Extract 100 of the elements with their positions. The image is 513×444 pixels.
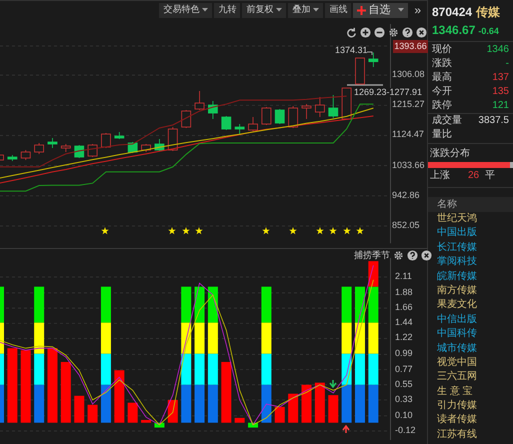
quote-label: 成交量 [432,114,462,128]
indicator-axis-label: 0.99 [395,349,413,358]
star-icon [329,227,337,234]
toolbar-dropdown[interactable]: 叠加 [288,2,324,18]
rise-label: 上涨 [430,168,450,183]
price-range-label: 1269.23-1277.91 [354,88,422,97]
more-button[interactable]: » [410,2,425,18]
price-axis-label: 1124.47 [392,130,424,140]
star-icon [356,227,364,234]
price-axis-label: 852.05 [392,221,420,230]
indicator-axis-label: 1.66 [395,303,413,312]
stock-name-cell[interactable]: 生 意 宝 [428,384,513,400]
candlestick [154,138,164,152]
indicator-bar [261,286,272,323]
rise-count: 26 [468,169,480,183]
refresh-icon[interactable] [346,27,357,38]
indicator-bar [194,384,205,423]
star-icon [289,227,297,234]
close-icon[interactable] [416,27,427,38]
indicator-bar [100,354,111,385]
quote-label: 今开 [432,84,452,98]
indicator-axis-label: 0.55 [395,380,413,389]
indicator-bar [194,286,205,323]
up-arrow-icon [342,424,350,434]
indicator-bar [154,422,164,428]
quote-label: 跌停 [432,98,452,112]
stock-name-cell[interactable]: 皖新传媒 [428,270,513,284]
indicator-bar [181,286,192,323]
quote-label: 量比 [432,128,452,142]
stock-name-cell[interactable]: 读者传媒 [428,413,513,428]
zoom-out-icon[interactable] [374,27,385,38]
stock-name-cell[interactable]: 中信出版 [428,312,513,328]
quote-label: 现价 [432,42,452,56]
watchlist-button[interactable]: 自选 [353,2,408,18]
flat-label: 平 [485,169,496,183]
caret-icon [398,8,404,12]
candlestick [34,142,44,154]
settings-icon[interactable] [388,27,399,38]
star-icon [316,227,324,234]
candlestick [314,96,325,118]
indicator-bar [221,362,232,423]
indicator-axis-label: 1.88 [395,288,413,297]
candlestick [342,88,352,120]
stock-name-cell[interactable]: 长江传媒 [428,240,513,256]
help-icon[interactable] [402,27,413,38]
stock-name-cell[interactable]: 中国出版 [428,226,513,241]
current-price-tag: 1393.66 [393,40,428,53]
toolbar-dropdown[interactable]: 前复权 [242,2,286,18]
indicator-bar [355,354,365,385]
indicator-bar [328,395,338,423]
candlestick [60,144,71,152]
indicator-bar [274,406,285,423]
candlestick [221,116,232,130]
toolbar-button[interactable]: 画线 [325,2,352,18]
stock-name-cell[interactable]: 中国科传 [428,327,513,342]
indicator-bar [368,322,378,354]
indicator-bar [34,384,44,423]
quote-value: 3837.5 [478,114,509,128]
candlestick [88,144,98,158]
distribution-title: 涨跌分布 [429,146,471,161]
high-price-label: 1374.31 [335,46,368,55]
close-icon[interactable] [421,250,432,261]
price-change: -0.64 [478,25,499,38]
indicator-bar [88,404,98,423]
candlestick [114,132,124,140]
indicator-bar [34,286,44,323]
indicator-bar [181,384,192,423]
help-icon[interactable] [407,250,418,261]
stock-name-cell[interactable]: 三六五网 [428,370,513,385]
candlestick [288,106,298,128]
indicator-bar [314,382,325,423]
quote-value: 1346 [486,42,509,56]
toolbar-button[interactable]: 九转 [214,2,240,18]
stock-name-cell[interactable]: 视觉中国 [428,356,513,370]
stock-name-cell[interactable]: 世纪天鸿 [428,212,513,226]
stock-name-cell[interactable]: 城市传媒 [428,342,513,356]
plus-icon [357,6,366,14]
price-axis-label: 1306.08 [392,70,425,80]
stock-name-cell[interactable]: 南方传媒 [428,284,513,298]
indicator-bar [342,322,352,354]
quote-value: - [506,56,509,70]
stock-name-cell[interactable]: 掌阅科技 [428,255,513,270]
caret-icon [313,8,320,12]
candlestick [302,104,312,120]
candlestick [368,52,378,68]
quote-value: 121 [492,98,509,112]
indicator-bar [100,286,111,323]
indicator-bar [288,394,298,423]
zoom-in-icon[interactable] [360,27,371,38]
toolbar-dropdown[interactable]: 交易特色 [159,2,212,18]
star-icon [168,227,176,234]
indicator-bar [60,362,71,423]
stock-name-cell[interactable]: 江苏有线 [428,428,513,442]
settings-icon[interactable] [393,250,404,261]
candlestick [248,116,258,132]
indicator-axis-label: 0.33 [395,394,413,404]
quote-value: 137 [492,70,509,84]
stock-name-cell[interactable]: 果麦文化 [428,298,513,313]
indicator-bar [74,396,84,423]
stock-name-cell[interactable]: 引力传媒 [428,399,513,414]
